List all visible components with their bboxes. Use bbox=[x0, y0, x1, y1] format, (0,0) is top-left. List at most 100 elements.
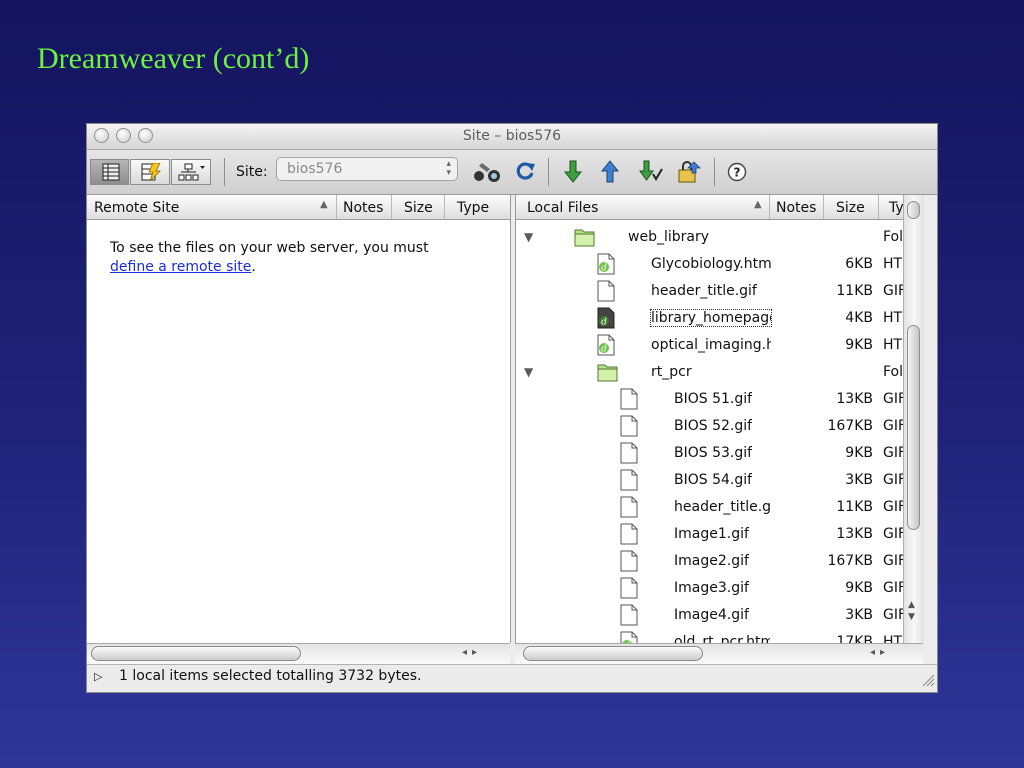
testing-server-view-button[interactable] bbox=[130, 159, 170, 185]
horizontal-scroll-arrows-icon[interactable]: ◂▸ bbox=[870, 647, 890, 658]
check-out-icon[interactable] bbox=[639, 160, 663, 184]
get-arrow-down-icon[interactable] bbox=[564, 160, 582, 184]
file-row[interactable]: BIOS 51.gif 13KB GIF bbox=[516, 386, 924, 413]
disclosure-triangle-icon[interactable]: ▼ bbox=[524, 365, 533, 379]
svg-text:d: d bbox=[601, 264, 607, 274]
file-name: Image1.gif bbox=[674, 526, 749, 542]
folder-row[interactable]: ▼rt_pcrFolder bbox=[516, 359, 924, 386]
refresh-icon[interactable] bbox=[514, 160, 536, 182]
file-name: rt_pcr bbox=[651, 364, 692, 380]
resize-grip-icon[interactable] bbox=[919, 671, 935, 691]
file-icon bbox=[619, 442, 639, 468]
file-size: 6KB bbox=[845, 256, 873, 272]
disclosure-triangle-icon[interactable]: ▷ bbox=[94, 670, 102, 683]
file-row[interactable]: Image1.gif 13KB GIF bbox=[516, 521, 924, 548]
local-files-column[interactable]: Local Files bbox=[516, 195, 769, 219]
remote-notes-column[interactable]: Notes bbox=[336, 195, 390, 219]
horizontal-scroll-arrows-icon[interactable]: ◂▸ bbox=[462, 647, 482, 658]
remote-horizontal-scroll-thumb[interactable] bbox=[91, 646, 301, 661]
file-row[interactable]: dold_rt_pcr.htm17KBHTML bbox=[516, 629, 924, 643]
folder-icon bbox=[596, 361, 620, 387]
file-row[interactable]: dGlycobiology.htm6KBHTML bbox=[516, 251, 924, 278]
file-size: 9KB bbox=[845, 445, 873, 461]
window-titlebar[interactable]: Site – bios576 bbox=[87, 124, 937, 150]
file-name: old_rt_pcr.htm bbox=[674, 634, 770, 643]
html-file-icon: d bbox=[596, 307, 616, 333]
local-files-pane: Local Files ▲ Notes Size Type ▼ web_libra… bbox=[515, 195, 924, 643]
lightning-list-icon bbox=[141, 163, 161, 181]
scroll-top-cap bbox=[907, 201, 920, 219]
remote-size-column[interactable]: Size bbox=[391, 195, 443, 219]
file-row[interactable]: BIOS 54.gif 3KB GIF bbox=[516, 467, 924, 494]
sort-ascending-icon: ▲ bbox=[754, 199, 762, 210]
remote-message-text: To see the files on your web server, you… bbox=[110, 240, 429, 256]
file-row[interactable]: header_title.gif 11KB GIF bbox=[516, 494, 924, 521]
sort-ascending-icon: ▲ bbox=[320, 199, 328, 210]
file-size: 13KB bbox=[836, 526, 873, 542]
file-size: 3KB bbox=[845, 607, 873, 623]
file-name: BIOS 51.gif bbox=[674, 391, 753, 407]
file-size: 17KB bbox=[836, 634, 873, 643]
check-in-lock-icon[interactable] bbox=[677, 160, 701, 184]
file-name: header_title.gif bbox=[651, 283, 757, 299]
scroll-arrows-icon[interactable]: ▲ ▼ bbox=[908, 599, 915, 623]
file-row[interactable]: BIOS 53.gif 9KB GIF bbox=[516, 440, 924, 467]
status-text: 1 local items selected totalling 3732 by… bbox=[119, 668, 422, 684]
file-row[interactable]: BIOS 52.gif 167KB GIF bbox=[516, 413, 924, 440]
html-file-icon: d bbox=[596, 334, 616, 360]
local-notes-column[interactable]: Notes bbox=[769, 195, 823, 219]
file-row[interactable]: Image2.gif 167KB GIF bbox=[516, 548, 924, 575]
site-map-view-button[interactable] bbox=[171, 159, 211, 185]
file-icon bbox=[619, 469, 639, 495]
local-horizontal-scroll-thumb[interactable] bbox=[523, 646, 703, 661]
help-icon[interactable]: ? bbox=[727, 162, 747, 182]
html-file-icon: d bbox=[619, 631, 639, 643]
connect-icon[interactable] bbox=[473, 161, 503, 183]
file-size: 9KB bbox=[845, 580, 873, 596]
remote-site-column[interactable]: Remote Site bbox=[87, 195, 335, 219]
site-select[interactable]: bios576 ▴ ▾ bbox=[276, 157, 458, 181]
svg-text:?: ? bbox=[734, 166, 741, 180]
svg-text:d: d bbox=[601, 318, 607, 328]
site-window: Site – bios576 Site: bios576 ▴ ▾ ? Remot… bbox=[87, 124, 937, 692]
file-name: library_homepage.htm bbox=[650, 309, 772, 327]
file-name: BIOS 54.gif bbox=[674, 472, 753, 488]
put-arrow-up-icon[interactable] bbox=[601, 160, 619, 184]
file-icon bbox=[619, 388, 639, 414]
site-map-icon bbox=[178, 163, 206, 181]
local-size-column[interactable]: Size bbox=[823, 195, 877, 219]
local-horizontal-scrollbar[interactable]: ◂▸ bbox=[515, 643, 923, 664]
file-size: 11KB bbox=[836, 499, 873, 515]
svg-text:d: d bbox=[601, 345, 607, 355]
file-row[interactable]: dlibrary_homepage.htm4KBHTML bbox=[516, 305, 924, 332]
file-size: 11KB bbox=[836, 283, 873, 299]
site-label: Site: bbox=[236, 164, 268, 180]
define-remote-site-link[interactable]: define a remote site bbox=[110, 259, 251, 275]
disclosure-triangle-icon[interactable]: ▼ bbox=[524, 230, 533, 244]
site-select-value: bios576 bbox=[287, 161, 343, 177]
file-row[interactable]: header_title.gif 11KB GIF bbox=[516, 278, 924, 305]
remote-site-message: To see the files on your web server, you… bbox=[110, 239, 500, 277]
remote-type-column[interactable]: Type bbox=[444, 195, 510, 219]
file-name: header_title.gif bbox=[674, 499, 770, 515]
file-size: 9KB bbox=[845, 337, 873, 353]
file-name: web_library bbox=[628, 229, 709, 245]
local-vertical-scrollbar[interactable]: ▲ ▼ bbox=[903, 195, 924, 643]
file-size: 4KB bbox=[845, 310, 873, 326]
file-row[interactable]: doptical_imaging.htm9KBHTML bbox=[516, 332, 924, 359]
local-vertical-scroll-thumb[interactable] bbox=[907, 325, 920, 530]
file-row[interactable]: Image3.gif 9KB GIF bbox=[516, 575, 924, 602]
toolbar: Site: bios576 ▴ ▾ ? bbox=[87, 150, 937, 195]
file-icon bbox=[619, 577, 639, 603]
remote-message-period: . bbox=[251, 259, 256, 275]
remote-horizontal-scrollbar[interactable]: ◂▸ bbox=[87, 643, 510, 664]
folder-row[interactable]: ▼web_libraryFolder bbox=[516, 224, 924, 251]
file-size: 3KB bbox=[845, 472, 873, 488]
site-files-view-button[interactable] bbox=[90, 159, 129, 185]
slide-title: Dreamweaver (cont’d) bbox=[37, 42, 310, 75]
remote-column-header: Remote Site ▲ Notes Size Type bbox=[87, 195, 510, 220]
status-bar: ▷ 1 local items selected totalling 3732 … bbox=[87, 664, 937, 692]
file-row[interactable]: Image4.gif 3KB GIF bbox=[516, 602, 924, 629]
file-name: Image4.gif bbox=[674, 607, 749, 623]
file-icon bbox=[619, 415, 639, 441]
